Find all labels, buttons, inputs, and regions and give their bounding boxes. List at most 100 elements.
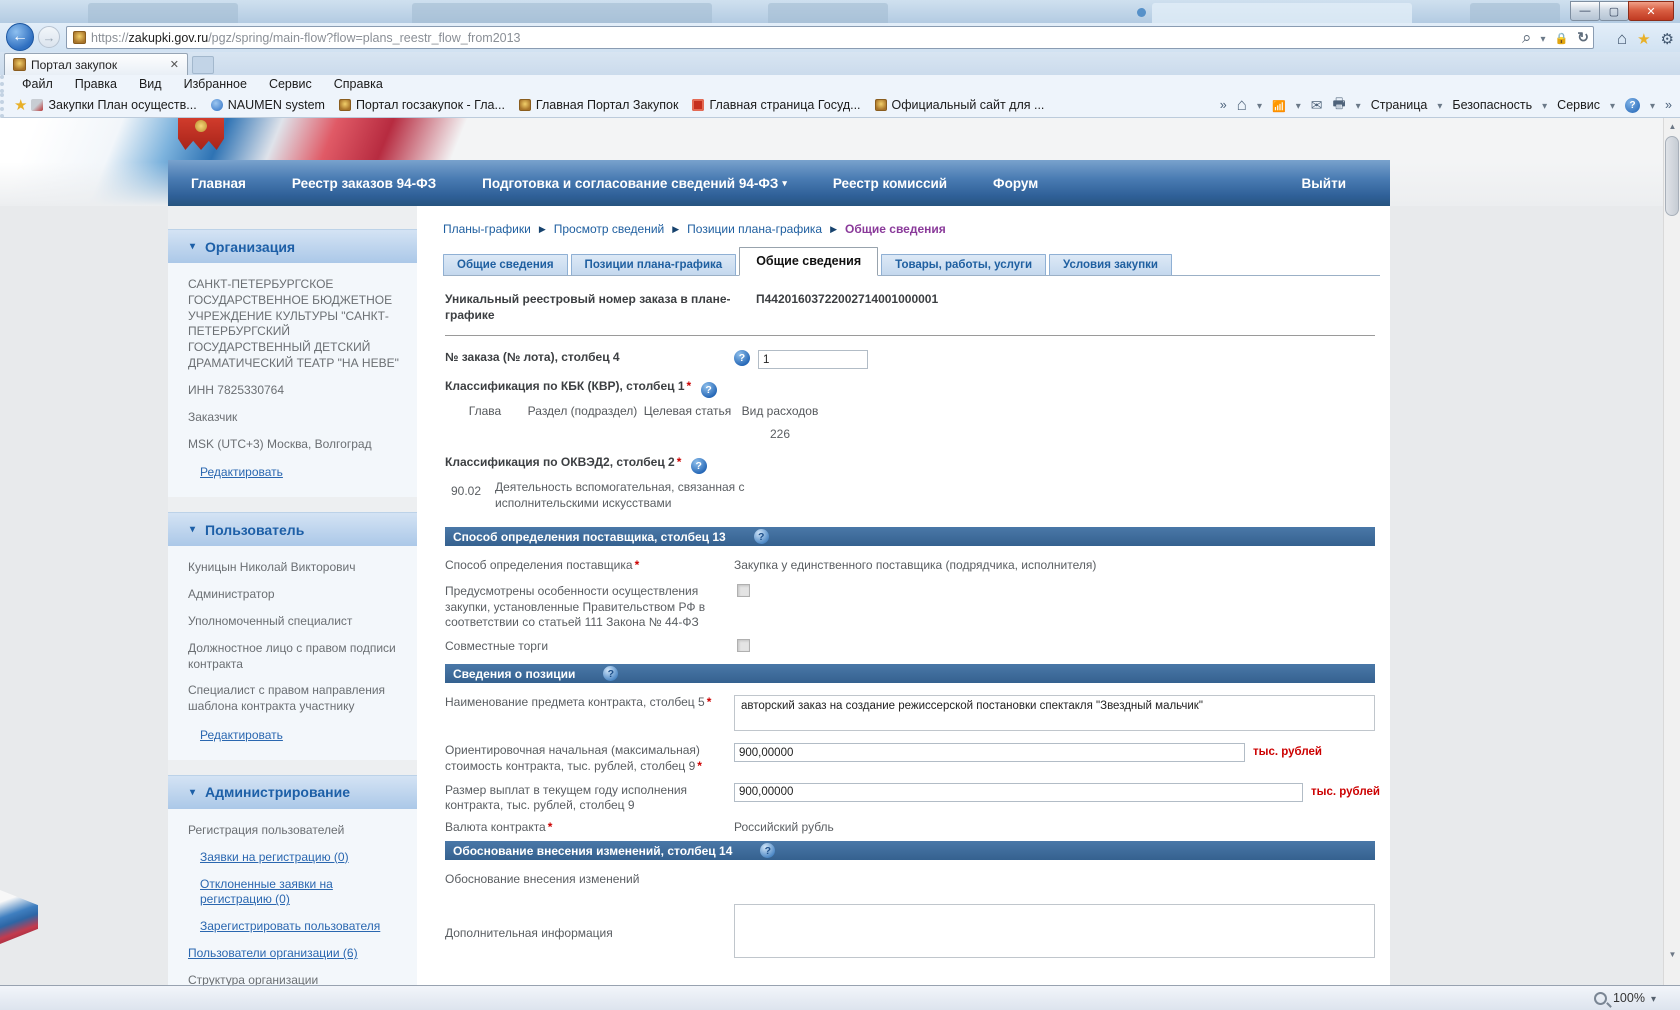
tab-close-icon[interactable]: ✕ (168, 58, 181, 71)
nav-preparation[interactable]: Подготовка и согласование сведений 94-ФЗ… (459, 176, 810, 191)
features-label: Предусмотрены особенности осуществления … (445, 583, 706, 630)
help-icon[interactable]: ? (1625, 97, 1641, 113)
cmd-tools[interactable]: Сервис (1557, 98, 1600, 112)
dropdown-icon[interactable] (1542, 98, 1547, 112)
administration-header[interactable]: Администрирование (168, 774, 417, 809)
menu-edit[interactable]: Правка (75, 77, 117, 91)
subject-textarea[interactable]: авторский заказ на создание режиссерской… (734, 695, 1375, 732)
features-checkbox[interactable] (737, 583, 750, 597)
organization-structure-link[interactable]: Структура организации (188, 973, 405, 985)
user-edit-link[interactable]: Редактировать (200, 728, 283, 744)
scroll-up-icon[interactable]: ▲ (1664, 118, 1680, 135)
zoom-control[interactable]: 100% (1593, 991, 1656, 1005)
favorites-icon[interactable] (1637, 30, 1650, 48)
home-icon[interactable] (1617, 29, 1627, 49)
section-supplier-method: Способ определения поставщика, столбец 1… (445, 527, 1375, 547)
favorite-label: Главная Портал Закупок (535, 98, 679, 112)
favorite-item[interactable]: Закупки План осуществ... (31, 98, 197, 112)
organization-edit-link[interactable]: Редактировать (200, 465, 283, 481)
favorite-item[interactable]: Главная страница Госуд... (692, 98, 861, 112)
register-user-link[interactable]: Зарегистрировать пользователя (200, 919, 405, 935)
new-tab-stub[interactable] (192, 56, 214, 74)
nav-orders-registry[interactable]: Реестр заказов 94-ФЗ (269, 176, 459, 191)
add-favorite-icon[interactable] (14, 96, 27, 114)
tab-plan-positions[interactable]: Позиции плана-графика (570, 254, 737, 275)
back-button[interactable]: ← (6, 23, 34, 51)
print-icon[interactable] (1332, 93, 1345, 117)
dropdown-icon[interactable] (1610, 98, 1615, 112)
organization-title: Организация (205, 238, 296, 255)
tab-general-active[interactable]: Общие сведения (739, 247, 879, 276)
nav-commissions[interactable]: Реестр комиссий (810, 176, 970, 191)
payments-input[interactable] (734, 782, 1303, 802)
chevron-down-icon: ▾ (782, 177, 787, 188)
favorite-item[interactable]: Официальный сайт для ... (874, 98, 1044, 112)
dropdown-icon[interactable] (1437, 98, 1442, 112)
minimize-button[interactable]: — (1570, 1, 1600, 21)
help-icon[interactable]: ? (603, 666, 619, 682)
tab-general-1[interactable]: Общие сведения (443, 254, 568, 275)
coat-of-arms-banner (178, 118, 224, 150)
tab-purchase-conditions[interactable]: Условия закупки (1049, 254, 1172, 275)
menu-service[interactable]: Сервис (269, 77, 312, 91)
scrollbar-thumb[interactable] (1665, 136, 1679, 216)
zoom-dropdown-icon[interactable] (1651, 991, 1656, 1005)
eagle-favicon-icon (518, 99, 531, 111)
cmd-security[interactable]: Безопасность (1452, 98, 1532, 112)
scroll-down-icon[interactable]: ▼ (1664, 946, 1680, 963)
menu-favorites[interactable]: Избранное (184, 77, 247, 91)
help-icon[interactable]: ? (734, 350, 750, 367)
cmd-page[interactable]: Страница (1371, 98, 1428, 112)
url-text: https://zakupki.gov.ru/pgz/spring/main-f… (91, 31, 521, 45)
home-icon[interactable] (1237, 95, 1247, 115)
breadcrumb-positions[interactable]: Позиции плана-графика (687, 222, 822, 236)
close-button[interactable]: ✕ (1628, 1, 1674, 21)
search-icon[interactable] (1522, 28, 1532, 48)
vertical-scrollbar[interactable]: ▲ ▼ (1663, 118, 1680, 985)
search-dropdown-icon[interactable] (1541, 30, 1546, 45)
additional-info-textarea[interactable] (734, 904, 1375, 959)
menu-file[interactable]: Файл (22, 77, 53, 91)
rejected-requests-link[interactable]: Отклоненные заявки на регистрацию (0) (200, 877, 405, 909)
dropdown-icon[interactable] (1296, 98, 1301, 112)
help-icon[interactable]: ? (753, 529, 769, 545)
help-icon[interactable]: ? (690, 458, 707, 475)
breadcrumb-view[interactable]: Просмотр сведений (554, 222, 665, 236)
dropdown-icon[interactable] (1650, 98, 1655, 112)
help-icon[interactable]: ? (760, 843, 776, 859)
tools-gear-icon[interactable] (1661, 30, 1674, 48)
refresh-icon[interactable] (1577, 29, 1589, 46)
forward-button[interactable]: → (38, 26, 60, 48)
overflow-chevron-icon[interactable] (1220, 98, 1227, 112)
logout-link[interactable]: Выйти (1279, 176, 1391, 191)
favorite-item[interactable]: Главная Портал Закупок (518, 98, 679, 112)
help-icon[interactable]: ? (700, 382, 717, 399)
user-header[interactable]: Пользователь (168, 512, 417, 547)
organization-header[interactable]: Организация (168, 229, 417, 263)
overflow-chevron-icon[interactable] (1665, 98, 1672, 112)
registration-requests-link[interactable]: Заявки на регистрацию (0) (200, 850, 405, 866)
tab-goods-works-services[interactable]: Товары, работы, услуги (881, 254, 1047, 275)
dropdown-icon[interactable] (1356, 98, 1361, 112)
command-bar: Страница Безопасность Сервис ? (1220, 93, 1680, 117)
joint-bidding-checkbox[interactable] (737, 638, 750, 652)
currency-label: Валюта контракта (445, 819, 546, 834)
maximize-button[interactable]: ▢ (1599, 1, 1629, 21)
nav-forum[interactable]: Форум (970, 176, 1061, 191)
organization-users-link[interactable]: Пользователи организации (6) (188, 946, 405, 962)
order-number-label: № заказа (№ лота), столбец 4 (445, 350, 620, 365)
nav-home[interactable]: Главная (168, 176, 269, 191)
menu-help[interactable]: Справка (334, 77, 383, 91)
favorite-item[interactable]: Портал госзакупок - Гла... (338, 98, 505, 112)
order-number-input[interactable] (758, 350, 868, 370)
maxprice-input[interactable] (734, 743, 1245, 763)
dropdown-icon[interactable] (1257, 98, 1262, 112)
mail-icon[interactable] (1311, 97, 1323, 114)
breadcrumb-plans[interactable]: Планы-графики (443, 222, 531, 236)
rss-icon[interactable] (1272, 97, 1286, 113)
section-title: Обоснование внесения изменений, столбец … (453, 843, 733, 858)
favorite-item[interactable]: NAUMEN system (210, 98, 325, 112)
menu-view[interactable]: Вид (139, 77, 162, 91)
address-field[interactable]: https://zakupki.gov.ru/pgz/spring/main-f… (66, 26, 1594, 49)
browser-tab-active[interactable]: Портал закупок ✕ (4, 53, 188, 75)
